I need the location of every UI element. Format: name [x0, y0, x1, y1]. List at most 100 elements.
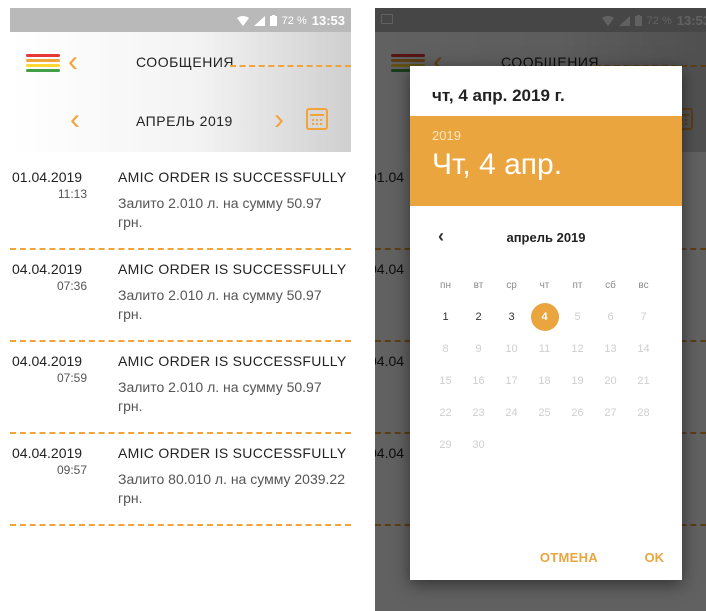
calendar-day-number: 5 [574, 311, 581, 323]
calendar-day: 26 [561, 397, 594, 429]
weekday-label: ср [506, 279, 517, 291]
calendar-day: 11 [528, 333, 561, 365]
battery-icon [269, 15, 277, 26]
message-body: Залито 80.010 л. на сумму 2039.22 грн. [118, 471, 345, 506]
message-title: AMIC ORDER IS SUCCESSFULLY [118, 445, 347, 461]
calendar-day: 8 [429, 333, 462, 365]
calendar-day-number: 27 [604, 407, 617, 419]
calendar-grid: пн вт ср чт пт сб вс 1 2 3 4 5 6 7 8 9 10 11 12 13 14 15 16 17 1… [429, 269, 661, 461]
calendar-day: 20 [594, 365, 627, 397]
weekday-label: чт [539, 279, 550, 291]
calendar-day: 13 [594, 333, 627, 365]
calendar-day-number: 10 [505, 343, 518, 355]
calendar-day: 10 [495, 333, 528, 365]
calendar-day: 16 [462, 365, 495, 397]
menu-bar [26, 54, 60, 57]
calendar-day: 29 [429, 429, 462, 461]
back-arrow-icon[interactable]: ‹ [68, 44, 78, 80]
message-date: 04.04.2019 [12, 261, 83, 277]
previous-month-icon[interactable]: ‹ [70, 102, 80, 138]
calendar-day-number: 15 [439, 375, 452, 387]
message-date: 01.04.2019 [12, 169, 83, 185]
selected-date: Чт, 4 апр. [432, 148, 563, 181]
next-month-icon[interactable]: › [274, 102, 284, 138]
weekday-label: сб [605, 279, 616, 291]
week-row: 8 9 10 11 12 13 14 [429, 333, 661, 365]
calendar-day-number: 28 [637, 407, 650, 419]
calendar-day-number: 16 [472, 375, 485, 387]
calendar-icon[interactable] [306, 108, 328, 130]
calendar-day-number: 17 [505, 375, 518, 387]
calendar-day-number: 14 [637, 343, 650, 355]
week-row: 1 2 3 4 5 6 7 [429, 301, 661, 333]
calendar-day: 30 [462, 429, 495, 461]
calendar-day-number: 12 [571, 343, 584, 355]
calendar-day[interactable]: 3 [495, 301, 528, 333]
calendar-day: 21 [627, 365, 660, 397]
year-selector[interactable]: 2019 [432, 128, 461, 143]
wifi-icon [236, 15, 249, 26]
menu-bar [26, 69, 60, 72]
calendar-day: 17 [495, 365, 528, 397]
calendar-day: 27 [594, 397, 627, 429]
message-time: 07:36 [56, 279, 87, 293]
calendar-day[interactable]: 1 [429, 301, 462, 333]
week-row: 22 23 24 25 26 27 28 [429, 397, 661, 429]
signal-icon [253, 15, 265, 26]
calendar-navigator: апрель 2019 ‹ [410, 226, 682, 250]
weekday-row: пн вт ср чт пт сб вс [429, 269, 661, 301]
message-list: 01.04.2019 11:13 AMIC ORDER IS SUCCESSFULL… [10, 158, 351, 526]
selected-date-band: 2019 Чт, 4 апр. [410, 116, 682, 206]
message-body: Залито 2.010 л. на сумму 50.97 грн. [118, 195, 322, 230]
cancel-button[interactable]: ОТМЕНА [540, 550, 598, 565]
menu-icon[interactable] [26, 54, 60, 74]
message-time: 07:59 [56, 371, 87, 385]
menu-bar [26, 59, 60, 62]
message-item[interactable]: 04.04.2019 07:59 AMIC ORDER IS SUCCESSFULL… [10, 342, 351, 434]
calendar-empty [627, 429, 660, 461]
dialog-actions: ОТМЕНА OK [410, 540, 682, 580]
ok-button[interactable]: OK [645, 550, 665, 565]
previous-month-icon[interactable]: ‹ [438, 226, 444, 247]
message-item[interactable]: 04.04.2019 09:57 AMIC ORDER IS SUCCESSFULL… [10, 434, 351, 526]
calendar-day: 19 [561, 365, 594, 397]
weekday-label: пн [440, 279, 451, 291]
calendar-day: 7 [627, 301, 660, 333]
calendar-day-number: 30 [472, 439, 485, 451]
calendar-day-number: 24 [505, 407, 518, 419]
message-body: Залито 2.010 л. на сумму 50.97 грн. [118, 287, 322, 322]
calendar-day: 14 [627, 333, 660, 365]
calendar-day-number: 29 [439, 439, 452, 451]
calendar-day-number: 19 [571, 375, 584, 387]
message-date: 04.04.2019 [12, 445, 83, 461]
battery-percent: 72 % [281, 14, 307, 27]
calendar-day-number: 20 [604, 375, 617, 387]
date-picker-screen: 72 % 13:53 ‹ СООБЩЕНИЯ 01.0404.0404.0404… [375, 8, 706, 611]
calendar-day: 28 [627, 397, 660, 429]
message-title: AMIC ORDER IS SUCCESSFULLY [118, 353, 347, 369]
month-navigator: ‹ АПРЕЛЬ 2019 › [10, 102, 351, 142]
calendar-day: 6 [594, 301, 627, 333]
calendar-day: 15 [429, 365, 462, 397]
message-item[interactable]: 01.04.2019 11:13 AMIC ORDER IS SUCCESSFULL… [10, 158, 351, 250]
calendar-day[interactable]: 4 [528, 301, 561, 333]
calendar-day-number: 2 [475, 311, 482, 323]
calendar-empty [561, 429, 594, 461]
calendar-day-number: 25 [538, 407, 551, 419]
weekday-label: пт [572, 279, 583, 291]
message-time: 09:57 [56, 463, 87, 477]
date-picker-dialog: чт, 4 апр. 2019 г. 2019 Чт, 4 апр. апрел… [410, 66, 682, 580]
calendar-day[interactable]: 2 [462, 301, 495, 333]
calendar-day-number: 4 [541, 311, 548, 323]
calendar-day: 18 [528, 365, 561, 397]
calendar-day-number: 3 [508, 311, 515, 323]
calendar-day: 9 [462, 333, 495, 365]
calendar-day: 12 [561, 333, 594, 365]
message-time: 11:13 [57, 187, 87, 201]
calendar-day-number: 13 [604, 343, 617, 355]
calendar-day-number: 8 [442, 343, 449, 355]
dialog-header: чт, 4 апр. 2019 г. [432, 86, 565, 105]
message-body: Залито 2.010 л. на сумму 50.97 грн. [118, 379, 322, 414]
weekday-label: вс [638, 279, 649, 291]
message-item[interactable]: 04.04.2019 07:36 AMIC ORDER IS SUCCESSFULL… [10, 250, 351, 342]
